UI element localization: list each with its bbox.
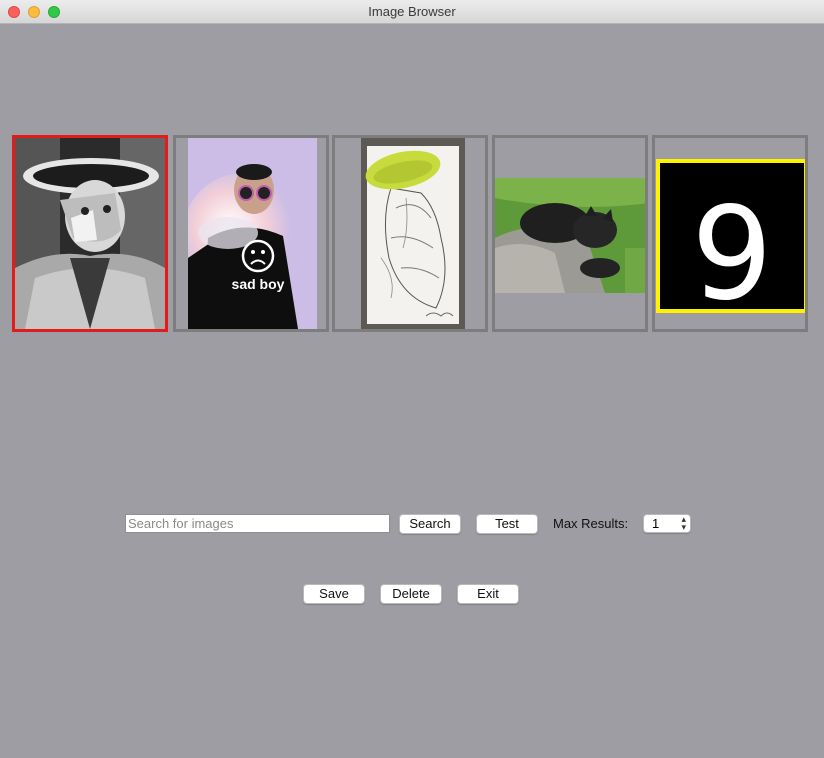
sketch-image <box>361 138 465 329</box>
stepper-icon: ▴ ▾ <box>681 514 686 532</box>
image-browser-window: Image Browser sad boy 9 Search for image… <box>0 0 824 758</box>
sad-boy-image: sad boy <box>188 138 317 329</box>
cat-image <box>495 178 645 293</box>
window-title: Image Browser <box>368 4 456 19</box>
max-results-value: 1 <box>652 516 660 531</box>
delete-button[interactable]: Delete <box>380 584 442 604</box>
thumbnail-cat[interactable] <box>492 135 648 332</box>
max-results-select[interactable]: 1 ▴ ▾ <box>643 514 691 533</box>
search-input[interactable] <box>125 514 390 533</box>
digit-label: 9 <box>691 180 772 313</box>
search-button[interactable]: Search <box>399 514 461 534</box>
thumbnail-sad-boy[interactable]: sad boy <box>173 135 329 332</box>
thumbnail-digit[interactable]: 9 <box>652 135 808 332</box>
save-button[interactable]: Save <box>303 584 365 604</box>
thumbnail-sketch[interactable] <box>332 135 488 332</box>
masked-man-image <box>15 138 165 329</box>
svg-text:sad boy: sad boy <box>232 276 285 292</box>
thumbnail-masked-man[interactable] <box>12 135 168 332</box>
exit-button[interactable]: Exit <box>457 584 519 604</box>
test-button[interactable]: Test <box>476 514 538 534</box>
title-bar[interactable]: Image Browser <box>0 0 824 24</box>
digit-image: 9 <box>656 159 805 313</box>
max-results-label: Max Results: <box>553 516 629 531</box>
